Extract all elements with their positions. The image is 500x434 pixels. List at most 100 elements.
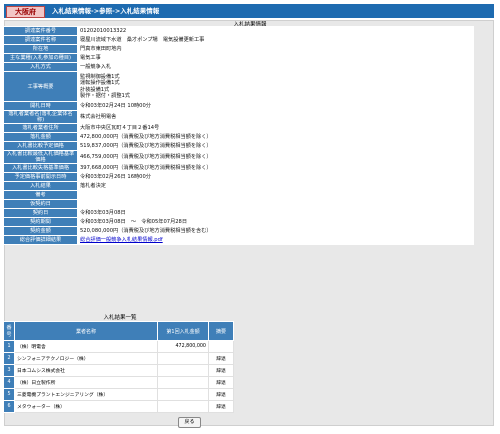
detail-label: 工事等概要 xyxy=(3,71,78,102)
detail-value: 一般競争入札 xyxy=(77,62,474,72)
detail-label: 入札方式 xyxy=(3,62,78,72)
pdf-link[interactable]: 総合評価一般競争入札結果情報.pdf xyxy=(80,237,163,243)
result-amount xyxy=(157,376,209,389)
detail-label: 契約期間 xyxy=(3,217,78,227)
result-summary xyxy=(208,340,234,353)
detail-label: 入札書比較予定価格 xyxy=(3,141,78,151)
result-summary: 辞退 xyxy=(208,352,234,365)
detail-row: 主な業種(入札参加の種目) 電気工事 xyxy=(3,53,474,63)
detail-label: 落札者業者名(落札企業体名称) xyxy=(3,110,78,124)
detail-label: 開札日時 xyxy=(3,101,78,111)
detail-row: 予定価格事前開示日時 令和03年02月26日 16時00分 xyxy=(3,172,474,182)
results-row: 1 （株）明電舎 472,800,000 xyxy=(3,340,234,353)
detail-row: 契約期間 令和03年03月08日 ～ 令和05年07月28日 xyxy=(3,217,474,227)
detail-value: 520,080,000円（消費税及び地方消費税相当額を含む） xyxy=(77,226,474,236)
detail-value: 門真市東田町地内 xyxy=(77,44,474,54)
detail-label: 契約金額 xyxy=(3,226,78,236)
result-amount xyxy=(157,400,209,413)
detail-value: 令和03年02月24日 10時00分 xyxy=(77,101,474,111)
detail-label: 調達案件名称 xyxy=(3,35,78,45)
detail-label: 入札書比較失格基準価格 xyxy=(3,163,78,173)
detail-row: 入札方式 一般競争入札 xyxy=(3,62,474,72)
result-amount xyxy=(157,352,209,365)
detail-value: 519,837,000円（消費税及び地方消費税相当額を除く） xyxy=(77,141,474,151)
col-summary: 摘要 xyxy=(208,321,234,341)
detail-value: 472,800,000円（消費税及び地方消費税相当額を除く） xyxy=(77,132,474,142)
results-row: 3 日本コムシス株式会社 辞退 xyxy=(3,364,234,377)
detail-value: 監視制御設備1式 運転操作設備1式 計装設備1式 製作・据付・調整1式 xyxy=(77,71,474,102)
results-row: 2 シンフォニアテクノロジー（株） 辞退 xyxy=(3,352,234,365)
detail-row: 総合評価詳細結果 総合評価一般競争入札結果情報.pdf xyxy=(3,235,474,245)
detail-label: 落札者業者住所 xyxy=(3,123,78,133)
result-vendor: （株）日立製作所 xyxy=(14,376,158,389)
detail-row: 入札結果 落札者決定 xyxy=(3,181,474,191)
detail-row: 所在地 門真市東田町地内 xyxy=(3,44,474,54)
col-amount: 第1回入札金額 xyxy=(157,321,209,341)
breadcrumb: 入札結果情報->参照->入札結果情報 xyxy=(52,7,160,15)
result-vendor: 日本コムシス株式会社 xyxy=(14,364,158,377)
results-row: 5 三菱電機プラントエンジニアリング（株） 辞退 xyxy=(3,388,234,401)
detail-row: 落札者業者住所 大阪市中央区瓦町４丁目２番14号 xyxy=(3,123,474,133)
prefecture-badge: 大阪府 xyxy=(6,6,45,18)
result-number: 5 xyxy=(3,388,15,401)
detail-value: 01202010013322 xyxy=(77,26,474,36)
detail-value: 電気工事 xyxy=(77,53,474,63)
detail-value: 466,759,000円（消費税及び地方消費税相当額を除く） xyxy=(77,150,474,164)
result-amount xyxy=(157,364,209,377)
detail-label: 落札金額 xyxy=(3,132,78,142)
results-table: 番号 業者名称 第1回入札金額 摘要 1 （株）明電舎 472,800,000 2 シン… xyxy=(3,321,234,413)
detail-label: 所在地 xyxy=(3,44,78,54)
detail-value: 寝屋川流域下水道 桑才ポンプ場 電気設備更新工事 xyxy=(77,35,474,45)
detail-value: 総合評価一般競争入札結果情報.pdf xyxy=(77,235,474,245)
detail-label: 予定価格事前開示日時 xyxy=(3,172,78,182)
back-button[interactable]: 戻る xyxy=(178,417,201,428)
detail-label: 仮契約日 xyxy=(3,199,78,209)
result-number: 2 xyxy=(3,352,15,365)
result-vendor: シンフォニアテクノロジー（株） xyxy=(14,352,158,365)
result-vendor: メタウォーター（株） xyxy=(14,400,158,413)
detail-label: 調達案件番号 xyxy=(3,26,78,36)
detail-value: 落札者決定 xyxy=(77,181,474,191)
page: 大阪府 入札結果情報->参照->入札結果情報 入札結果情報 調達案件番号 0120… xyxy=(0,0,500,434)
detail-label: 備考 xyxy=(3,190,78,200)
detail-row: 調達案件番号 01202010013322 xyxy=(3,26,474,36)
col-number: 番号 xyxy=(3,321,15,341)
detail-value: 令和03年03月08日 ～ 令和05年07月28日 xyxy=(77,217,474,227)
results-row: 6 メタウォーター（株） 辞退 xyxy=(3,400,234,413)
results-row: 4 （株）日立製作所 辞退 xyxy=(3,376,234,389)
detail-row: 開札日時 令和03年02月24日 10時00分 xyxy=(3,101,474,111)
detail-row: 調達案件名称 寝屋川流域下水道 桑才ポンプ場 電気設備更新工事 xyxy=(3,35,474,45)
result-number: 6 xyxy=(3,400,15,413)
result-summary: 辞退 xyxy=(208,364,234,377)
results-title: 入札結果一覧 xyxy=(103,315,137,321)
result-number: 4 xyxy=(3,376,15,389)
detail-row: 入札書比較失格基準価格 397,668,000円（消費税及び地方消費税相当額を除く… xyxy=(3,163,474,173)
detail-value: 大阪市中央区瓦町４丁目２番14号 xyxy=(77,123,474,133)
detail-label: 主な業種(入札参加の種目) xyxy=(3,53,78,63)
detail-label: 入札書比較最低入札価格基準価格 xyxy=(3,150,78,164)
detail-value xyxy=(77,199,474,209)
detail-row: 工事等概要 監視制御設備1式 運転操作設備1式 計装設備1式 製作・据付・調整1式 xyxy=(3,71,474,102)
detail-row: 仮契約日 xyxy=(3,199,474,209)
detail-row: 備考 xyxy=(3,190,474,200)
col-vendor: 業者名称 xyxy=(14,321,158,341)
result-summary: 辞退 xyxy=(208,400,234,413)
detail-row: 入札書比較予定価格 519,837,000円（消費税及び地方消費税相当額を除く） xyxy=(3,141,474,151)
detail-row: 落札金額 472,800,000円（消費税及び地方消費税相当額を除く） xyxy=(3,132,474,142)
detail-label: 入札結果 xyxy=(3,181,78,191)
result-number: 3 xyxy=(3,364,15,377)
detail-row: 入札書比較最低入札価格基準価格 466,759,000円（消費税及び地方消費税相当… xyxy=(3,150,474,164)
result-amount xyxy=(157,388,209,401)
result-vendor: （株）明電舎 xyxy=(14,340,158,353)
detail-value: 株式会社明電舎 xyxy=(77,110,474,124)
result-amount: 472,800,000 xyxy=(157,340,209,353)
detail-label: 総合評価詳細結果 xyxy=(3,235,78,245)
result-number: 1 xyxy=(3,340,15,353)
result-summary: 辞退 xyxy=(208,388,234,401)
result-summary: 辞退 xyxy=(208,376,234,389)
detail-row: 落札者業者名(落札企業体名称) 株式会社明電舎 xyxy=(3,110,474,124)
detail-table: 調達案件番号 01202010013322 調達案件名称 寝屋川流域下水道 桑才ポンプ… xyxy=(3,26,474,245)
result-vendor: 三菱電機プラントエンジニアリング（株） xyxy=(14,388,158,401)
detail-label: 契約日 xyxy=(3,208,78,218)
detail-value: 令和03年02月26日 16時00分 xyxy=(77,172,474,182)
